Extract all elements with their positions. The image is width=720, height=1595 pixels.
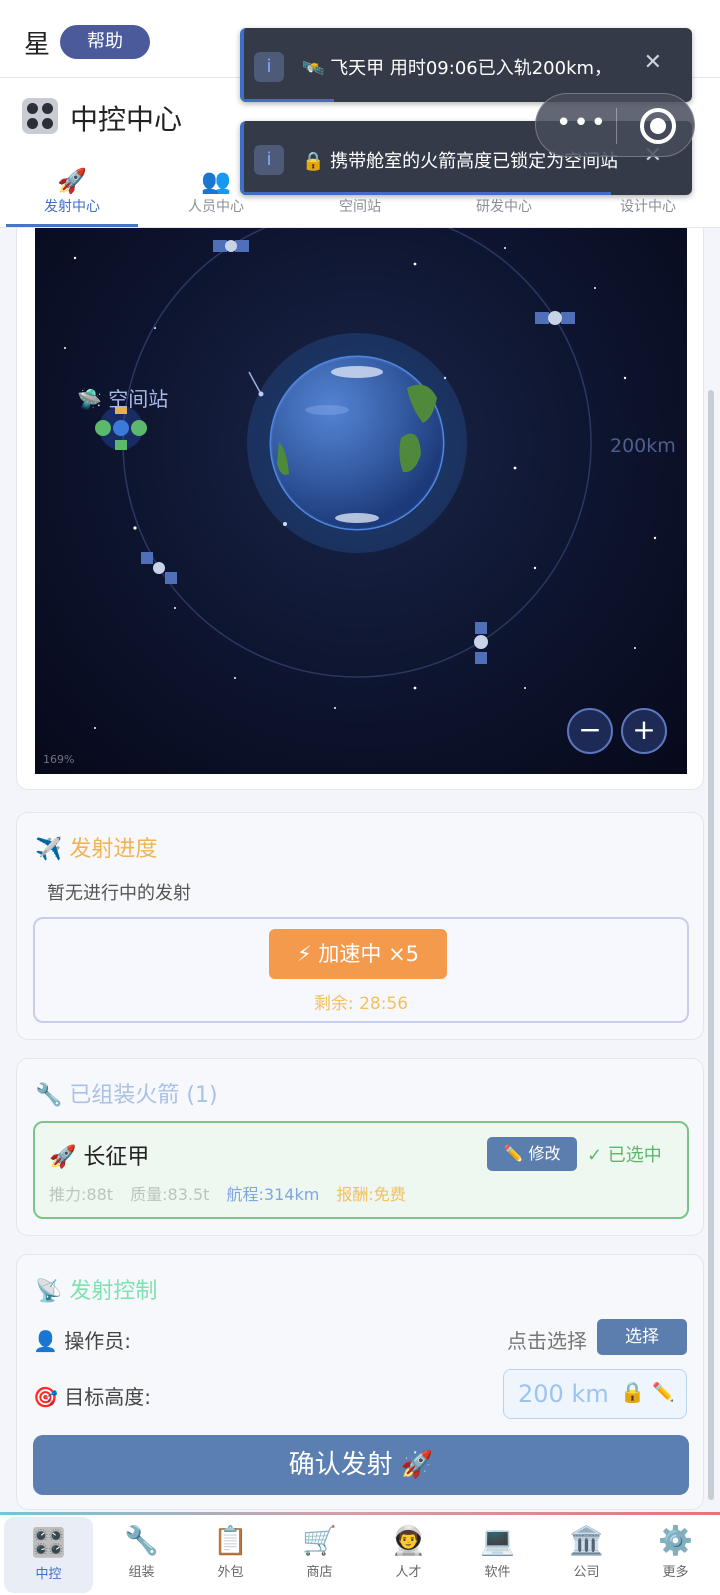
rocket-name: 🚀 长征甲 — [49, 1145, 150, 1170]
mini-program-capsule: ••• — [535, 93, 695, 157]
lock-icon: 🔒 — [620, 1380, 645, 1404]
nav-company[interactable]: 🏛️ 公司 — [542, 1515, 631, 1595]
nav-outsource[interactable]: 📋 外包 — [186, 1515, 275, 1595]
rocket-thrust: 推力:88t — [49, 1185, 114, 1204]
info-icon: i — [254, 145, 284, 175]
speedup-button[interactable]: ⚡ 加速中 ×5 — [269, 929, 447, 979]
pencil-icon[interactable]: ✏️ — [652, 1382, 674, 1403]
space-map[interactable]: 🛸 空间站 200km 169% − + — [35, 228, 687, 774]
nav-label: 商店 — [306, 1565, 333, 1580]
bottom-nav: 🎛️ 中控 🔧 组装 📋 外包 🛒 商店 👨‍🚀 人才 💻 软件 🏛️ 公司 ⚙… — [0, 1512, 720, 1595]
orbit-altitude-label: 200km — [610, 435, 676, 457]
tab-label: 发射中心 — [44, 199, 100, 215]
notification-progress — [244, 192, 612, 195]
launch-control-title: 📡 发射控制 — [35, 1279, 158, 1304]
launch-progress-title: ✈️ 发射进度 — [35, 837, 158, 862]
operator-label-text: 操作员: — [64, 1329, 132, 1353]
target-altitude-field[interactable]: 200 km 🔒 ✏️ — [503, 1369, 687, 1419]
edit-rocket-button[interactable]: ✏️ 修改 — [487, 1137, 577, 1171]
help-button[interactable]: 帮助 — [60, 25, 150, 59]
nav-assembly[interactable]: 🔧 组装 — [97, 1515, 186, 1595]
no-launch-text: 暂无进行中的发射 — [47, 883, 191, 904]
target-altitude-row: 🎯 目标高度: 200 km 🔒 ✏️ — [33, 1369, 687, 1419]
section-title-text: 发射控制 — [69, 1279, 158, 1304]
gear-icon: ⚙️ — [658, 1524, 693, 1557]
scrollbar[interactable] — [708, 390, 714, 1500]
rocket-stats: 推力:88t 质量:83.5t 航程:314km 报酬:免费 — [49, 1181, 418, 1205]
nav-control[interactable]: 🎛️ 中控 — [4, 1517, 93, 1593]
building-icon: 🏛️ — [569, 1524, 604, 1557]
assembled-rockets-card: 🔧 已组装火箭 (1) 🚀 长征甲 ✏️ 修改 ✓ 已选中 推力:88t 质量:… — [16, 1058, 704, 1236]
talent-icon: 👨‍🚀 — [391, 1524, 426, 1557]
section-title-text: 已组装火箭 (1) — [69, 1083, 218, 1108]
operator-hint[interactable]: 点击选择 — [507, 1325, 587, 1354]
zoom-in-button[interactable]: + — [621, 708, 667, 754]
nav-label: 外包 — [217, 1565, 244, 1580]
rocket-mass: 质量:83.5t — [130, 1185, 210, 1204]
clipboard-icon: 📋 — [213, 1524, 248, 1557]
rocket-name-text: 长征甲 — [83, 1145, 150, 1170]
speedup-box: ⚡ 加速中 ×5 剩余: 28:56 — [33, 917, 689, 1023]
section-title-text: 发射进度 — [69, 837, 158, 862]
operator-row: 👤 操作员: 点击选择 选择 — [33, 1319, 687, 1359]
info-icon: i — [254, 52, 284, 82]
tab-launch-center[interactable]: 🚀 发射中心 — [0, 158, 144, 227]
close-mini-program-icon[interactable] — [640, 108, 676, 144]
laptop-icon: 💻 — [480, 1524, 515, 1557]
star-label: 星 — [24, 30, 51, 60]
target-altitude-label: 🎯 目标高度: — [33, 1385, 152, 1409]
tab-label: 设计中心 — [620, 199, 676, 215]
capsule-divider — [616, 108, 617, 144]
rocket-range: 航程:314km — [226, 1185, 320, 1204]
space-station-label[interactable]: 🛸 空间站 — [77, 383, 168, 412]
zoom-out-button[interactable]: − — [567, 708, 613, 754]
target-label-text: 目标高度: — [64, 1385, 152, 1409]
orbit-canvas — [64, 228, 657, 729]
rocket-item[interactable]: 🚀 长征甲 ✏️ 修改 ✓ 已选中 推力:88t 质量:83.5t 航程:314… — [33, 1121, 689, 1219]
space-map-card: 🛸 空间站 200km 169% − + — [16, 228, 704, 790]
page-title: 中控中心 — [70, 103, 183, 136]
nav-label: 组装 — [128, 1565, 155, 1580]
notification-text: 🛰️ 飞天甲 用时09:06已入轨200km， — [302, 58, 613, 79]
launch-progress-card: ✈️ 发射进度 暂无进行中的发射 ⚡ 加速中 ×5 剩余: 28:56 — [16, 812, 704, 1040]
launch-control-card: 📡 发射控制 👤 操作员: 点击选择 选择 🎯 目标高度: 200 km 🔒 ✏… — [16, 1254, 704, 1510]
tab-label: 人员中心 — [188, 199, 244, 215]
control-icon: 🎛️ — [31, 1526, 66, 1559]
nav-talent[interactable]: 👨‍🚀 人才 — [364, 1515, 453, 1595]
nav-label: 软件 — [484, 1565, 511, 1580]
rocket-reward: 报酬:免费 — [336, 1185, 406, 1204]
cart-icon: 🛒 — [302, 1524, 337, 1557]
nav-software[interactable]: 💻 软件 — [453, 1515, 542, 1595]
assembled-rockets-title: 🔧 已组装火箭 (1) — [35, 1083, 218, 1108]
more-options-icon[interactable]: ••• — [556, 108, 608, 138]
select-operator-button[interactable]: 选择 — [597, 1319, 687, 1355]
remaining-time: 剩余: 28:56 — [313, 994, 409, 1014]
selected-badge: ✓ 已选中 — [587, 1145, 662, 1166]
operator-label: 👤 操作员: — [33, 1329, 132, 1353]
nav-label: 人才 — [395, 1565, 422, 1580]
station-name: 空间站 — [108, 387, 169, 411]
nav-label: 公司 — [573, 1565, 600, 1580]
nav-shop[interactable]: 🛒 商店 — [275, 1515, 364, 1595]
nav-label: 更多 — [662, 1565, 689, 1580]
rocket-icon: 🚀 — [57, 167, 87, 195]
control-panel-icon — [22, 98, 58, 134]
zoom-level: 169% — [43, 753, 75, 766]
nav-more[interactable]: ⚙️ 更多 — [631, 1515, 720, 1595]
tab-label: 研发中心 — [476, 199, 532, 215]
target-altitude-value: 200 km — [518, 1380, 609, 1408]
nav-label: 中控 — [35, 1567, 62, 1582]
wrench-icon: 🔧 — [124, 1524, 159, 1557]
confirm-launch-button[interactable]: 确认发射 🚀 — [33, 1435, 689, 1495]
tab-label: 空间站 — [339, 199, 381, 215]
notification-progress — [244, 99, 334, 102]
close-icon[interactable]: ✕ — [644, 50, 662, 75]
notification-orbit: i 🛰️ 飞天甲 用时09:06已入轨200km， ✕ — [240, 28, 692, 102]
